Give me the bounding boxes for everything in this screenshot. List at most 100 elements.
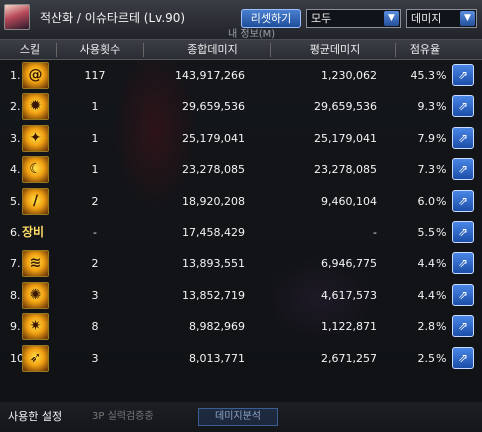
average-damage: -	[373, 226, 377, 239]
table-row: 5./ 2 18,920,208 9,460,104 6.0% ⇗	[0, 186, 482, 217]
skill-sunburst-icon: ✹	[22, 93, 49, 121]
average-damage: 1,230,062	[321, 69, 377, 82]
column-divider	[395, 43, 396, 57]
filter-select[interactable]: 모두 ▼	[306, 9, 401, 28]
skill-starburst-icon: ✦	[22, 124, 49, 152]
reset-button[interactable]: 리셋하기	[241, 9, 301, 28]
table-row: 4. ☾ 1 23,278,085 23,278,085 7.3% ⇗	[0, 154, 482, 185]
table-row: 7. ≋ 2 13,893,551 6,946,775 4.4% ⇗	[0, 248, 482, 279]
share-value: 5.5	[417, 226, 436, 239]
share-value: 7.9	[417, 131, 436, 145]
table-row: 2. ✹ 1 29,659,536 29,659,536 9.3% ⇗	[0, 91, 482, 122]
table-row: 9. ✷ 8 8,982,969 1,122,871 2.8% ⇗	[0, 311, 482, 342]
usage-count: 117	[84, 69, 106, 82]
metric-select-value: 데미지	[411, 12, 442, 25]
column-header-total[interactable]: 종합데미지	[150, 40, 275, 60]
average-damage: 4,617,573	[321, 288, 377, 302]
table-row: 1. @117 143,917,266 1,230,062 45.3% ⇗	[0, 60, 482, 91]
skill-detail-button[interactable]: ⇗	[452, 252, 474, 275]
percent-sign: %	[436, 100, 447, 114]
usage-count: 2	[91, 257, 99, 271]
total-damage: 29,659,536	[182, 100, 245, 114]
usage-count: 3	[91, 288, 99, 302]
percent-sign: %	[436, 163, 447, 177]
column-divider	[56, 43, 57, 57]
percent-sign: %	[436, 320, 447, 334]
row-rank: 3.	[10, 131, 21, 145]
percent-sign: %	[436, 194, 447, 208]
total-damage: 23,278,085	[182, 163, 245, 177]
skill-whirl-icon: ✺	[22, 281, 49, 309]
table-row: 8. ✺ 3 13,852,719 4,617,573 4.4% ⇗	[0, 280, 482, 311]
skill-slash-icon: /	[22, 187, 49, 215]
column-headers: 스킬 사용횟수 종합데미지 평균데미지 점유율	[0, 40, 482, 60]
average-damage: 9,460,104	[321, 194, 377, 208]
share-value: 2.8	[417, 320, 436, 334]
column-header-share[interactable]: 점유율	[400, 40, 450, 60]
equipment-label: 장비	[22, 225, 45, 239]
background-damage-analysis-tab: 데미지분석	[198, 408, 278, 426]
total-damage: 17,458,429	[182, 226, 245, 239]
row-rank: 7.	[10, 257, 21, 271]
window-footer: 사용한 설정 3P 실력검증중 데미지분석	[0, 402, 482, 432]
row-rank: 2.	[10, 100, 21, 114]
row-rank: 4.	[10, 163, 21, 177]
average-damage: 25,179,041	[314, 131, 377, 145]
skill-flare-icon: ✷	[22, 313, 49, 341]
share-value: 9.3	[417, 100, 436, 114]
percent-sign: %	[436, 288, 447, 302]
usage-count: 8	[91, 320, 99, 334]
total-damage: 8,982,969	[189, 320, 245, 334]
total-damage: 143,917,266	[175, 69, 245, 82]
window-header: 적산화 / 이슈타르테 (Lv.90) 내 정보(M) 리셋하기 모두 ▼ 데미…	[0, 0, 482, 40]
table-row: 10. ➶ 3 8,013,771 2,671,257 2.5% ⇗	[0, 343, 482, 374]
skill-detail-button[interactable]: ⇗	[452, 64, 474, 86]
skill-detail-button[interactable]: ⇗	[452, 315, 474, 338]
usage-count: 1	[91, 100, 99, 114]
row-rank: 8.	[10, 288, 21, 302]
metric-select[interactable]: 데미지 ▼	[406, 9, 477, 28]
average-damage: 2,671,257	[321, 351, 377, 365]
average-damage: 1,122,871	[321, 320, 377, 334]
percent-sign: %	[436, 351, 447, 365]
share-value: 7.3	[417, 163, 436, 177]
skill-detail-button[interactable]: ⇗	[452, 189, 474, 212]
skill-detail-button[interactable]: ⇗	[452, 158, 474, 181]
percent-sign: %	[436, 69, 447, 82]
total-damage: 8,013,771	[189, 351, 245, 365]
share-value: 2.5	[417, 351, 436, 365]
column-header-skill[interactable]: 스킬	[10, 40, 50, 60]
skill-claw-icon: ≋	[22, 250, 49, 278]
character-title: 적산화 / 이슈타르테 (Lv.90)	[40, 11, 186, 25]
column-header-average[interactable]: 평균데미지	[275, 40, 395, 60]
column-header-count[interactable]: 사용횟수	[60, 40, 140, 60]
skill-detail-button[interactable]: ⇗	[452, 95, 474, 118]
settings-used-button[interactable]: 사용한 설정	[8, 408, 76, 426]
table-row: 6. 장비 - 17,458,429 - 5.5% ⇗	[0, 217, 482, 248]
skill-detail-button[interactable]: ⇗	[452, 346, 474, 369]
share-value: 6.0	[417, 194, 436, 208]
chevron-down-icon[interactable]: ▼	[460, 11, 475, 26]
share-value: 4.4	[417, 257, 436, 271]
skill-detail-button[interactable]: ⇗	[452, 221, 474, 243]
average-damage: 29,659,536	[314, 100, 377, 114]
row-rank: 5.	[10, 194, 21, 208]
share-value: 45.3	[410, 69, 436, 82]
column-divider	[143, 43, 144, 57]
chevron-down-icon[interactable]: ▼	[384, 11, 399, 26]
usage-count: 1	[91, 131, 99, 145]
usage-count: 2	[91, 194, 99, 208]
row-rank: 1.	[10, 69, 21, 82]
skill-spiral-icon: @	[22, 62, 49, 89]
skill-detail-button[interactable]: ⇗	[452, 283, 474, 306]
average-damage: 23,278,085	[314, 163, 377, 177]
skill-detail-button[interactable]: ⇗	[452, 126, 474, 149]
total-damage: 25,179,041	[182, 131, 245, 145]
usage-count: -	[93, 226, 97, 239]
column-divider	[270, 43, 271, 57]
percent-sign: %	[436, 131, 447, 145]
total-damage: 13,852,719	[182, 288, 245, 302]
skill-crescent-icon: ☾	[22, 156, 49, 184]
usage-count: 1	[91, 163, 99, 177]
background-status-text: 3P 실력검증중	[92, 411, 154, 422]
